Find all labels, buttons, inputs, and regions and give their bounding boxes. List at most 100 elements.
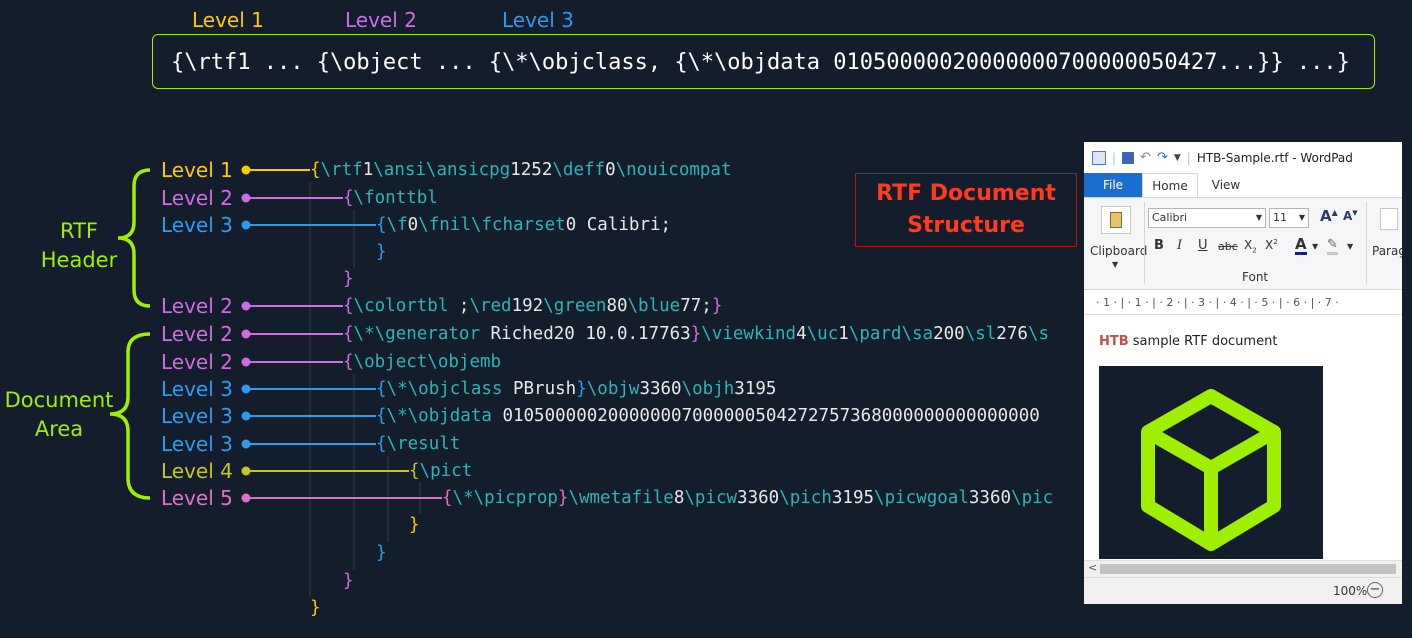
bold-icon[interactable]: B [1154, 238, 1164, 253]
code-text: 3360 [737, 488, 780, 508]
font-name-select[interactable]: Calibri ▼ [1148, 208, 1266, 228]
code-text: 3195 [734, 379, 777, 399]
font-size-select[interactable]: 11 ▼ [1269, 208, 1309, 228]
code-text: 80 [606, 296, 628, 316]
code-text: 192 [511, 296, 544, 316]
tree-level-label: Level 3 [161, 432, 233, 456]
quick-access-dropdown-icon[interactable]: ▼ [1174, 153, 1181, 163]
tree-connectors [241, 165, 442, 598]
tree-level-label: Level 2 [161, 350, 233, 374]
separator: | [1112, 150, 1117, 165]
tree-level-label: Level 3 [161, 213, 233, 237]
save-icon[interactable] [1122, 151, 1135, 164]
document-area[interactable]: HTB sample RTF document [1084, 319, 1402, 559]
grow-font-icon[interactable]: A▲ [1320, 207, 1338, 225]
code-brace: } [576, 379, 587, 399]
tree-level-label: Level 3 [161, 377, 233, 401]
window-title: HTB-Sample.rtf - WordPad [1196, 150, 1353, 165]
ribbon-divider [1366, 202, 1367, 284]
subscript-icon[interactable]: X2 [1244, 238, 1257, 254]
paste-button[interactable] [1101, 206, 1131, 234]
chevron-down-icon[interactable]: ▼ [1312, 242, 1318, 251]
code-text: 0 [605, 160, 616, 180]
redo-icon[interactable]: ↷ [1157, 150, 1168, 165]
code-keyword: \result [386, 434, 461, 454]
code-brace: } [310, 598, 321, 618]
code-line: {\*\objclass PBrush}\objw3360\objh3195 [376, 378, 776, 400]
code-text: 0 Calibri; [565, 215, 672, 235]
code-brace: } [711, 296, 723, 316]
code-brace: { [376, 215, 387, 235]
code-text: 3360 [639, 379, 682, 399]
code-brace: { [343, 188, 354, 208]
code-keyword: \f [386, 215, 408, 235]
code-line: } [409, 514, 420, 536]
code-keyword: \fonttbl [353, 188, 438, 208]
embedded-image[interactable] [1099, 366, 1323, 559]
code-keyword: \green [543, 296, 607, 316]
code-line: {\*\generator Riched20 10.0.17763}\viewk… [343, 323, 1049, 345]
code-keyword: \fnil\fcharset [418, 215, 566, 235]
code-keyword: \picw [684, 488, 738, 508]
code-line: } [343, 570, 354, 592]
zoom-out-icon[interactable]: − [1367, 582, 1383, 598]
code-brace: { [442, 488, 453, 508]
status-bar: 100% − [1084, 577, 1402, 604]
code-text: Riched20 10.0.17763 [490, 324, 691, 344]
code-keyword: \object\objemb [353, 352, 502, 372]
shrink-font-icon[interactable]: A▼ [1343, 209, 1358, 223]
code-keyword: \*\generator [353, 324, 491, 344]
code-keyword: \nouicompat [615, 160, 732, 180]
code-line: {\pict [409, 460, 472, 482]
scroll-left-icon[interactable]: < [1088, 561, 1097, 574]
clipboard-dropdown-icon[interactable]: ▼ [1112, 260, 1118, 269]
ribbon-tabs: File Home View [1084, 173, 1402, 198]
tab-view[interactable]: View [1198, 173, 1254, 197]
code-text: 276 [996, 324, 1028, 344]
code-keyword: \objh [681, 379, 735, 399]
code-brace: { [343, 352, 354, 372]
code-brace: { [376, 434, 387, 454]
code-text: 0105000002000000070000005042727573680000… [502, 406, 1040, 426]
code-keyword: \pard\sa [848, 324, 934, 344]
tab-home[interactable]: Home [1142, 173, 1198, 197]
horizontal-scrollbar[interactable]: < [1084, 560, 1402, 577]
code-brace: { [376, 379, 387, 399]
strikethrough-icon[interactable]: abc [1218, 240, 1238, 253]
code-line: {\*\objdata 0105000002000000070000005042… [376, 405, 1040, 427]
code-text: 3195 [831, 488, 875, 508]
undo-icon[interactable]: ↶ [1140, 150, 1151, 165]
zoom-level: 100% [1333, 584, 1368, 598]
code-keyword: \wmetafile [568, 488, 674, 508]
highlight-icon[interactable]: ✎ [1327, 237, 1338, 255]
tree-level-label: Level 1 [161, 158, 233, 182]
code-text: 3360 [968, 488, 1012, 508]
code-brace: } [690, 324, 702, 344]
code-keyword: \sl [964, 324, 997, 344]
underline-icon[interactable]: U [1198, 238, 1208, 253]
code-brace: { [343, 296, 354, 316]
tab-file[interactable]: File [1084, 173, 1142, 197]
diagram-title: RTF Document Structure [855, 173, 1077, 247]
code-line: {\f0\fnil\fcharset0 Calibri; [376, 214, 671, 236]
code-line: } [376, 542, 387, 564]
code-keyword: \red [469, 296, 512, 316]
code-keyword: \ansi\ansicpg [373, 160, 511, 180]
code-keyword: \*\picprop [452, 488, 558, 508]
code-line: {\result [376, 433, 460, 455]
scroll-thumb[interactable] [1100, 564, 1396, 574]
code-keyword: \*\objclass [386, 379, 513, 399]
code-keyword: \*\objdata [386, 406, 503, 426]
paragraph-icon[interactable] [1380, 208, 1398, 230]
superscript-icon[interactable]: X2 [1265, 238, 1278, 252]
code-keyword: \blue [627, 296, 681, 316]
chevron-down-icon[interactable]: ▼ [1347, 242, 1353, 251]
italic-icon[interactable]: I [1177, 238, 1182, 253]
paragraph-label[interactable]: Parag [1372, 244, 1402, 258]
code-brace: { [409, 461, 420, 481]
code-line: {\colortbl ;\red192\green80\blue77;} [343, 295, 722, 317]
code-keyword: \s [1027, 324, 1049, 344]
code-keyword: \pich [779, 488, 832, 508]
code-brace: { [376, 406, 387, 426]
font-color-icon[interactable]: A [1295, 236, 1307, 255]
